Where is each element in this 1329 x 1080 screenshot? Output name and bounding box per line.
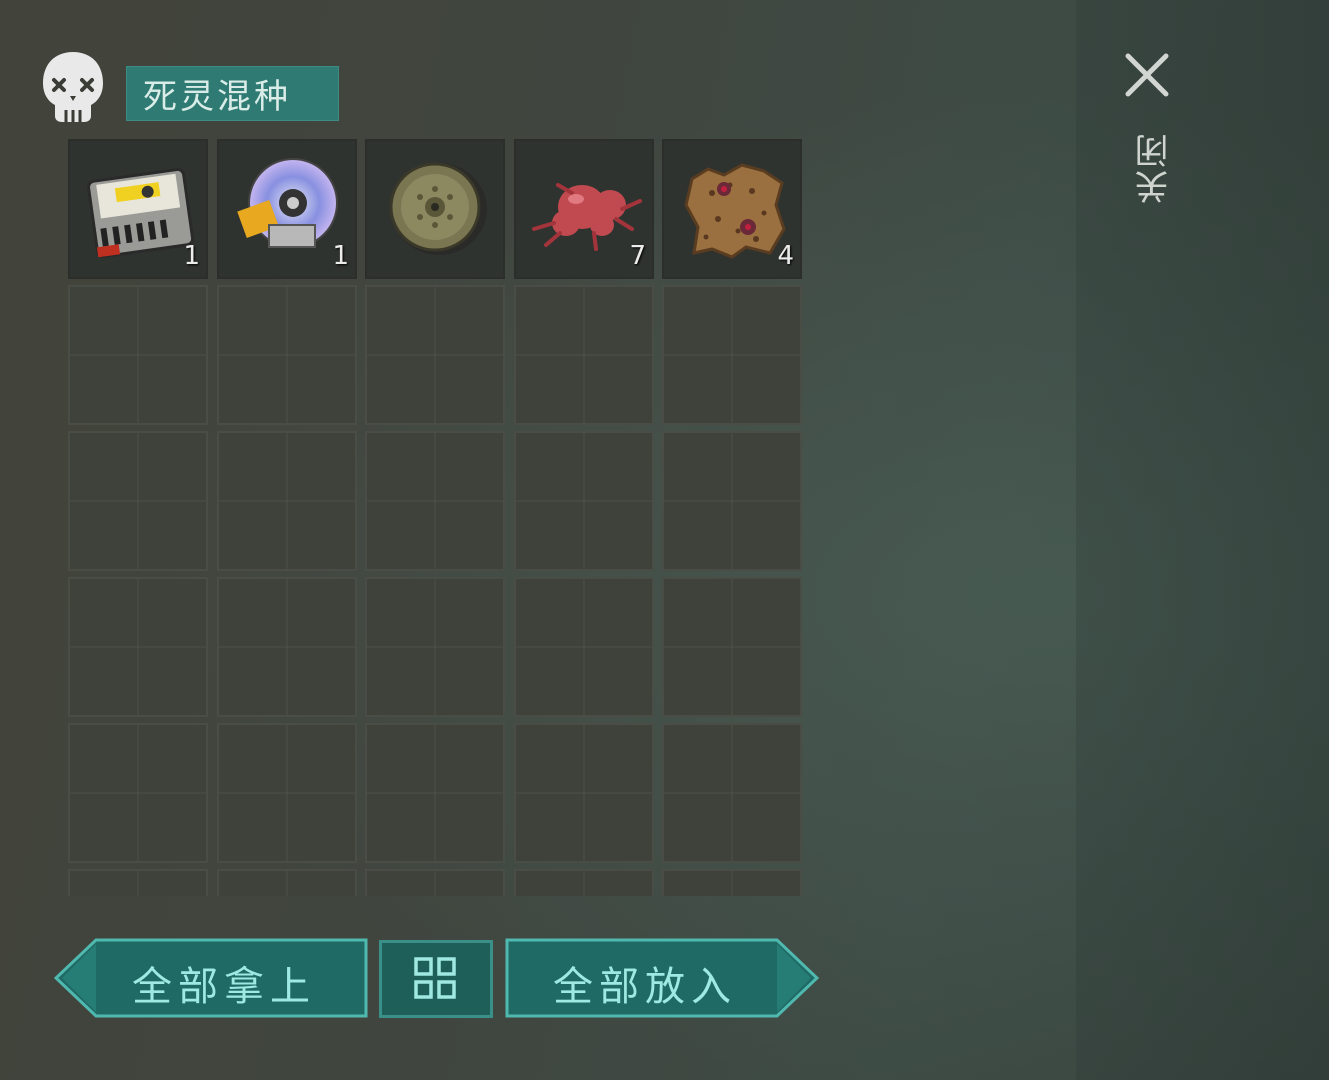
inventory-slot-empty[interactable] xyxy=(514,577,654,717)
wheel-disc-icon xyxy=(389,162,487,255)
inventory-slot-empty[interactable] xyxy=(365,285,505,425)
inventory-slot-empty[interactable] xyxy=(68,869,208,896)
inventory-slot-empty[interactable] xyxy=(217,431,357,571)
take-all-button[interactable]: 全部拿上 xyxy=(54,938,368,1018)
right-panel-shade xyxy=(1076,0,1329,1080)
close-button[interactable]: 关闭 xyxy=(1118,48,1176,218)
inventory-slot-empty[interactable] xyxy=(662,577,802,717)
inventory-slot-empty[interactable] xyxy=(662,285,802,425)
inventory-slot-data-disc[interactable]: 1 xyxy=(217,139,357,279)
inventory-slot-empty[interactable] xyxy=(68,577,208,717)
inventory-slot-empty[interactable] xyxy=(365,869,505,896)
inventory-slot-empty[interactable] xyxy=(514,285,654,425)
take-all-label: 全部拿上 xyxy=(132,964,316,1010)
inventory-slot-hide-pelt[interactable]: 4 xyxy=(662,139,802,279)
inventory-slot-empty[interactable] xyxy=(68,723,208,863)
inventory-slot-empty[interactable] xyxy=(68,431,208,571)
inventory-slot-empty[interactable] xyxy=(514,723,654,863)
inventory-slot-empty[interactable] xyxy=(217,869,357,896)
inventory-slot-flesh-chunk[interactable]: 7 xyxy=(514,139,654,279)
inventory-slot-empty[interactable] xyxy=(365,431,505,571)
inventory-slot-empty[interactable] xyxy=(514,869,654,896)
item-quantity: 1 xyxy=(332,241,349,271)
inventory-slot-empty[interactable] xyxy=(662,723,802,863)
inventory-slot-metal-disc[interactable] xyxy=(365,139,505,279)
container-title: 死灵混种 xyxy=(126,66,339,121)
sort-button[interactable] xyxy=(379,940,493,1018)
inventory-slot-empty[interactable] xyxy=(662,869,802,896)
item-quantity: 1 xyxy=(183,241,200,271)
close-label: 关闭 xyxy=(1135,132,1175,204)
inventory-slot-storage-drive[interactable]: 1 xyxy=(68,139,208,279)
inventory-slot-empty[interactable] xyxy=(68,285,208,425)
put-all-button[interactable]: 全部放入 xyxy=(505,938,819,1018)
inventory-slot-empty[interactable] xyxy=(217,285,357,425)
item-quantity: 4 xyxy=(777,241,794,271)
inventory-slot-empty[interactable] xyxy=(365,723,505,863)
inventory-grid: 1 1 7 4 xyxy=(68,139,804,896)
sort-icon xyxy=(414,957,456,999)
inventory-slot-empty[interactable] xyxy=(662,431,802,571)
inventory-slot-empty[interactable] xyxy=(514,431,654,571)
item-quantity: 7 xyxy=(629,241,646,271)
inventory-slot-empty[interactable] xyxy=(365,577,505,717)
inventory-slot-empty[interactable] xyxy=(217,577,357,717)
skull-icon xyxy=(43,52,103,122)
close-icon xyxy=(1125,53,1169,97)
put-all-label: 全部放入 xyxy=(553,964,737,1010)
inventory-slot-empty[interactable] xyxy=(217,723,357,863)
